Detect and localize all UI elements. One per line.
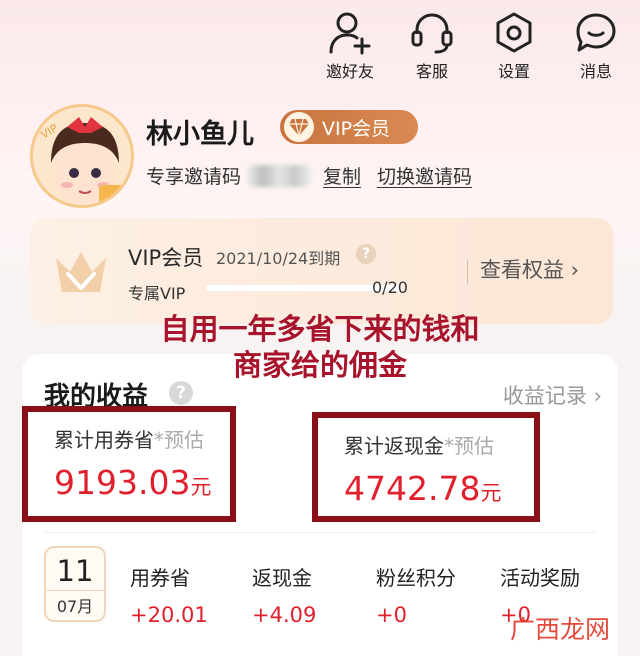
daily-cashback-value: +4.09 bbox=[252, 603, 317, 627]
username: 林小鱼儿 bbox=[146, 119, 254, 150]
daily-coupon-saved-value: +20.01 bbox=[130, 603, 208, 627]
avatar-illustration: VIP bbox=[33, 107, 131, 205]
coupon-saved-value: 9193.03元 bbox=[54, 463, 212, 502]
daily-fan-points-label: 粉丝积分 bbox=[376, 566, 456, 590]
coupon-saved-box[interactable]: 累计用券省*预估 9193.03元 bbox=[22, 406, 236, 522]
overlay-text-line1: 自用一年多省下来的钱和 bbox=[160, 312, 480, 346]
crown-icon bbox=[56, 252, 106, 292]
vip-help-icon[interactable]: ? bbox=[356, 244, 376, 264]
cashback-label: 累计返现金*预估 bbox=[344, 434, 494, 458]
earnings-help-icon[interactable]: ? bbox=[169, 381, 193, 405]
invite-code-blurred bbox=[247, 164, 312, 187]
calendar-month: 07月 bbox=[46, 590, 104, 617]
messages-label: 消息 bbox=[579, 62, 612, 81]
view-rights-button[interactable]: 查看权益 › bbox=[480, 254, 579, 284]
invite-friends-label: 邀好友 bbox=[325, 62, 374, 81]
divider bbox=[44, 532, 596, 533]
cashback-value: 4742.78元 bbox=[344, 469, 502, 508]
switch-invite-code-button[interactable]: 切换邀请码 bbox=[377, 162, 472, 189]
settings-hex-icon bbox=[496, 12, 532, 53]
avatar[interactable]: VIP bbox=[30, 104, 134, 208]
vip-divider bbox=[467, 260, 468, 284]
daily-coupon-saved-label: 用券省 bbox=[130, 566, 190, 590]
overlay-text-line2: 商家给的佣金 bbox=[232, 348, 407, 382]
daily-cashback[interactable]: 返现金 +4.09 bbox=[252, 562, 316, 627]
chat-bubble-icon bbox=[576, 13, 616, 52]
daily-fan-points[interactable]: 粉丝积分 +0 bbox=[376, 562, 456, 627]
watermark: 广西龙网 bbox=[509, 615, 610, 644]
daily-coupon-saved[interactable]: 用券省 +20.01 bbox=[130, 562, 208, 627]
invite-friends-button[interactable]: 邀好友 bbox=[320, 10, 380, 82]
messages-button[interactable]: 消息 bbox=[566, 10, 626, 82]
daily-activity-reward-label: 活动奖励 bbox=[500, 566, 580, 590]
headset-icon bbox=[411, 13, 453, 54]
vip-card-title: VIP会员 bbox=[128, 246, 204, 270]
invite-code-row: 专享邀请码 复制 切换邀请码 bbox=[146, 162, 488, 189]
customer-service-label: 客服 bbox=[415, 62, 448, 81]
earnings-record-link[interactable]: 收益记录 › bbox=[503, 380, 602, 410]
top-nav: 邀好友 客服 设置 消息 bbox=[320, 10, 626, 82]
vip-badge[interactable]: VIP会员 bbox=[280, 110, 418, 144]
coupon-saved-label: 累计用券省*预估 bbox=[54, 428, 204, 452]
calendar-day: 11 bbox=[56, 554, 94, 588]
settings-label: 设置 bbox=[497, 62, 530, 81]
vip-progress-text: 0/20 bbox=[372, 278, 408, 297]
cashback-box[interactable]: 累计返现金*预估 4742.78元 bbox=[312, 412, 540, 522]
vip-expiry-date: 2021/10/24到期 bbox=[216, 249, 341, 268]
customer-service-button[interactable]: 客服 bbox=[402, 10, 462, 82]
invite-code-label: 专享邀请码 bbox=[146, 166, 242, 188]
diamond-icon bbox=[284, 112, 314, 142]
copy-button[interactable]: 复制 bbox=[323, 162, 361, 189]
daily-cashback-label: 返现金 bbox=[252, 566, 312, 590]
calendar-date: 11 07月 bbox=[44, 546, 106, 622]
settings-button[interactable]: 设置 bbox=[484, 10, 544, 82]
vip-card[interactable]: VIP会员 2021/10/24到期 ? 专属VIP 0/20 查看权益 › bbox=[30, 218, 613, 324]
vip-badge-label: VIP会员 bbox=[322, 117, 391, 140]
add-user-icon bbox=[329, 12, 371, 55]
daily-fan-points-value: +0 bbox=[376, 603, 407, 627]
vip-sub-label: 专属VIP bbox=[128, 284, 186, 303]
